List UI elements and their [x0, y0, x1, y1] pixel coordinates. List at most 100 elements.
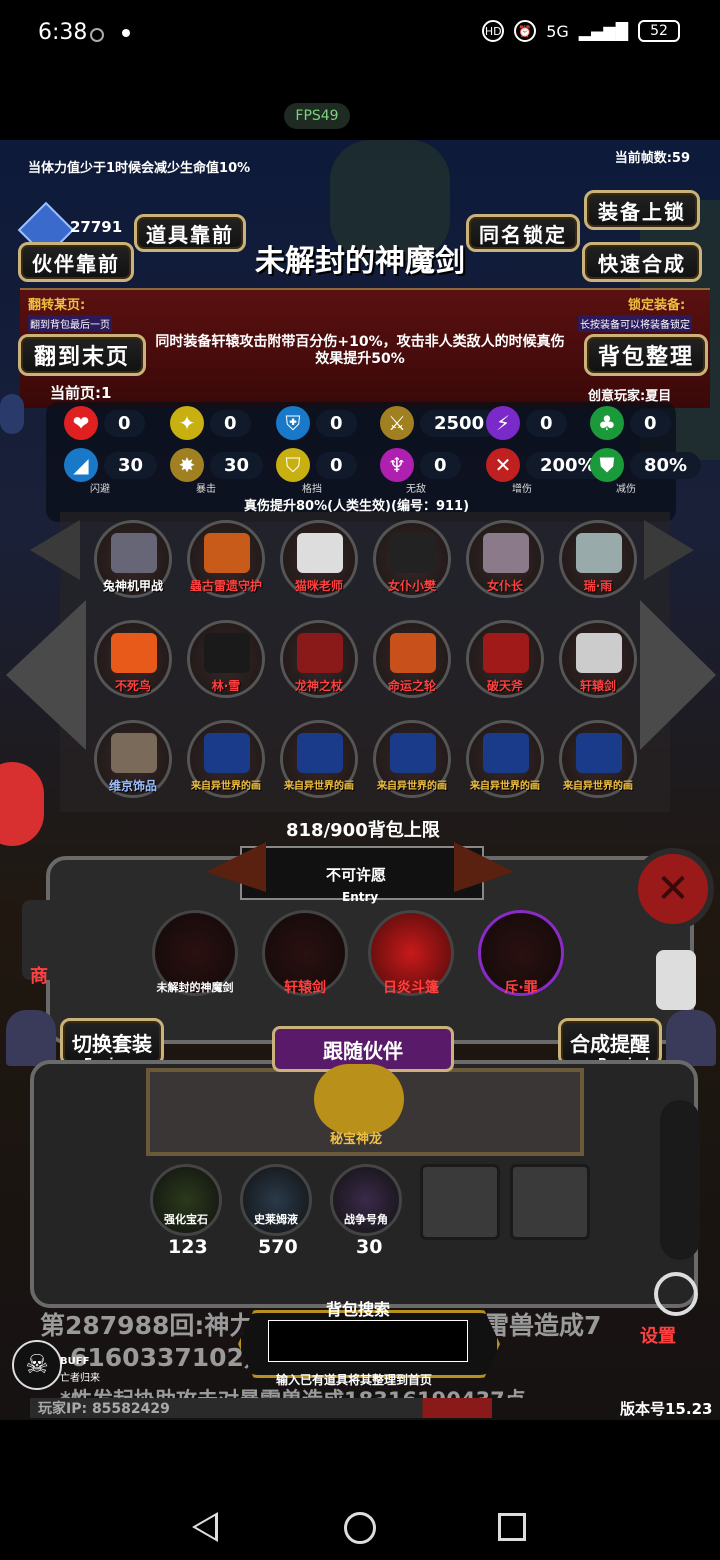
close-icon[interactable]: ✕	[632, 848, 714, 930]
inventory-slot[interactable]: 来自异世界的画	[559, 720, 637, 798]
quick-synth-button[interactable]: 快速合成	[582, 242, 702, 282]
inventory-item-label: 不死鸟	[114, 679, 151, 693]
stat-invincible: ♆ 0	[380, 448, 461, 482]
inventory-item-label: 女仆长	[486, 579, 523, 593]
inventory-slot[interactable]: 龙神之杖	[280, 620, 358, 698]
left-helmet-icon	[6, 1010, 56, 1066]
inventory-slot[interactable]: 女仆长	[466, 520, 544, 598]
avatar-float-button[interactable]	[0, 762, 44, 846]
version-label: 版本号15.23	[620, 1400, 713, 1418]
stat-value: 30	[104, 451, 158, 479]
damage-down-icon: ⛊	[590, 448, 624, 482]
lock-equip-label: 锁定装备:	[628, 298, 686, 313]
inventory-slot[interactable]: 猫咪老师	[280, 520, 358, 598]
inventory-slot[interactable]: 命运之轮	[373, 620, 451, 698]
equipped-slot[interactable]: 斥·罪	[478, 910, 564, 996]
inventory-item-label: 蟲古雷遗守护	[189, 579, 262, 593]
crit-label: 暴击	[196, 484, 216, 495]
bag-sort-button[interactable]: 背包整理	[584, 334, 708, 376]
inventory-item-label: 来自异世界的画	[470, 781, 540, 792]
gear-icon[interactable]	[654, 1272, 698, 1316]
clover-icon: ♣	[590, 406, 624, 440]
damage-up-label: 增伤	[512, 484, 532, 495]
inventory-slot[interactable]: 来自异世界的画	[187, 720, 265, 798]
inventory-slot[interactable]: 女仆小樊	[373, 520, 451, 598]
block-label: 格挡	[302, 484, 322, 495]
stat-value: 30	[210, 451, 264, 479]
to-last-page-button[interactable]: 翻到末页	[18, 334, 146, 376]
empty-material-slot[interactable]	[420, 1164, 500, 1240]
stat-value: 0	[526, 409, 567, 437]
inventory-slot[interactable]: 轩辕剑	[559, 620, 637, 698]
settings-label[interactable]: 设置	[640, 1322, 676, 1348]
stat-value: 0	[420, 451, 461, 479]
partner-name: 秘宝神龙	[330, 1132, 383, 1147]
inventory-slot[interactable]: 瑞·雨	[559, 520, 637, 598]
hd-icon: HD	[482, 20, 505, 42]
equipped-slot[interactable]: 轩辕剑	[262, 910, 348, 996]
flip-page-label: 翻转某页:	[28, 298, 86, 313]
inventory-slot[interactable]: 来自异世界的画	[373, 720, 451, 798]
side-menu-strip	[660, 1100, 700, 1260]
equipped-label: 斥·罪	[504, 980, 538, 996]
stat-luck: ♣ 0	[590, 406, 671, 440]
inventory-slot[interactable]: 不死鸟	[94, 620, 172, 698]
partner-front-button[interactable]: 伙伴靠前	[18, 242, 134, 282]
back-icon-inner	[196, 1516, 215, 1538]
shop-label: 商	[30, 966, 48, 987]
material-label: 战争号角	[344, 1213, 388, 1226]
stat-block: ⛉ 0	[276, 448, 357, 482]
stat-attack: ⚔ 2500	[380, 406, 499, 440]
equipped-slot[interactable]: 未解封的神魔剑	[152, 910, 238, 996]
material-slot[interactable]: 强化宝石	[150, 1164, 222, 1236]
strength-icon: ✦	[170, 406, 204, 440]
golden-dragon-icon[interactable]	[314, 1064, 404, 1134]
material-slot[interactable]: 史莱姆液	[240, 1164, 312, 1236]
inventory-slot[interactable]: 蟲古雷遗守护	[187, 520, 265, 598]
inventory-item-label: 龙神之杖	[294, 679, 343, 693]
stat-armor: ⛨ 0	[276, 406, 357, 440]
network-label: 5G	[546, 21, 569, 41]
inventory-item-label: 猫咪老师	[294, 579, 343, 593]
home-icon[interactable]	[344, 1512, 376, 1544]
notification-icon	[90, 28, 104, 42]
stat-value: 0	[104, 409, 145, 437]
block-icon: ⛉	[276, 448, 310, 482]
stat-strength: ✦ 0	[170, 406, 251, 440]
recent-apps-icon[interactable]	[498, 1513, 526, 1541]
inventory-slot[interactable]: 来自异世界的画	[466, 720, 544, 798]
inventory-slot[interactable]: 来自异世界的画	[280, 720, 358, 798]
inventory-item-label: 破天斧	[486, 679, 523, 693]
search-input[interactable]	[268, 1320, 468, 1362]
inventory-slot[interactable]: 维京饰品	[94, 720, 172, 798]
current-page: 当前页:1	[50, 384, 112, 402]
inventory-item-label: 兔神机甲战	[102, 579, 163, 593]
search-hint: 输入已有道具将其整理到首页	[276, 1373, 433, 1387]
inventory-slot[interactable]: 兔神机甲战	[94, 520, 172, 598]
head-maid-icon	[483, 533, 529, 573]
painting-icon	[297, 733, 343, 773]
inventory-item-label: 瑞·雨	[583, 579, 613, 593]
status-right: HD ⏰ 5G ▂▄▆█ 52	[482, 20, 680, 42]
equipped-slot[interactable]: 日炎斗篷	[368, 910, 454, 996]
gem-count: 27791	[70, 218, 123, 236]
dice-icon[interactable]	[656, 950, 696, 1010]
notification-dot-icon	[122, 29, 130, 37]
bag-capacity: 818/900背包上限	[286, 820, 440, 841]
equip-lock-button[interactable]: 装备上锁	[584, 190, 700, 230]
chat-line-1-right: 雷兽造成7	[484, 1311, 602, 1340]
alarm-icon: ⏰	[514, 20, 537, 42]
material-slot[interactable]: 战争号角	[330, 1164, 402, 1236]
inventory-item-label: 轩辕剑	[579, 679, 616, 693]
battery-icon: 52	[638, 20, 680, 42]
skull-buff-icon[interactable]: ☠	[12, 1340, 62, 1390]
painting-icon	[483, 733, 529, 773]
inventory-slot[interactable]: 破天斧	[466, 620, 544, 698]
phoenix-icon	[111, 633, 157, 673]
inventory-item-label: 来自异世界的画	[377, 781, 447, 792]
inventory-slot[interactable]: 林·雪	[187, 620, 265, 698]
empty-material-slot[interactable]	[510, 1164, 590, 1240]
side-float-tab[interactable]	[0, 394, 24, 434]
buff-sub: 亡者归来	[60, 1373, 100, 1384]
chat-line-1-left: 第287988回:神力	[40, 1311, 255, 1340]
